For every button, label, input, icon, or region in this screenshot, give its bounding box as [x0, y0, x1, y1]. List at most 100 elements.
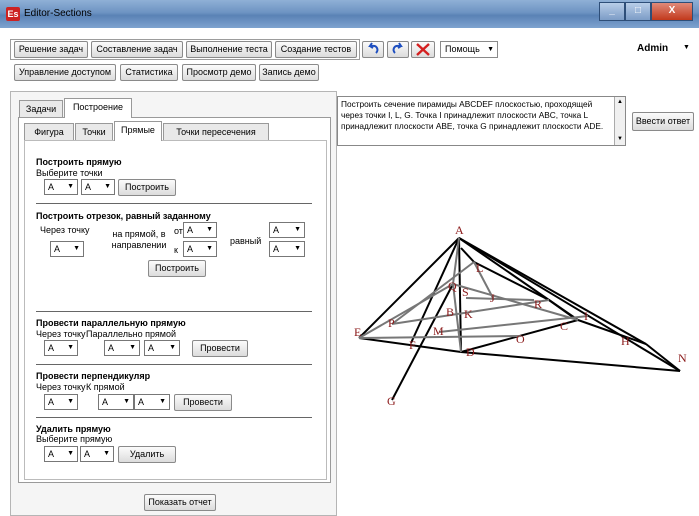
divider	[36, 311, 312, 312]
parallel-line-label: Параллельно прямой	[86, 329, 176, 339]
delete-line2-select[interactable]: A ▼	[80, 446, 114, 462]
perp-point-select[interactable]: A ▼	[44, 394, 78, 410]
perp-line1-select[interactable]: A ▼	[98, 394, 134, 410]
app-body: Решение задач Составление задач Выполнен…	[0, 28, 699, 516]
task-text-box[interactable]: Построить сечение пирамиды ABCDEF плоско…	[337, 96, 626, 146]
chevron-down-icon: ▼	[206, 245, 213, 252]
take-test-button[interactable]: Выполнение теста	[186, 41, 272, 58]
window-controls: _ □ X	[599, 2, 693, 21]
perp-through-label: Через точку	[36, 382, 86, 392]
tab-intersection-points[interactable]: Точки пересечения	[163, 123, 269, 141]
chevron-down-icon: ▼	[206, 226, 213, 233]
delete-line1-select[interactable]: A ▼	[44, 446, 78, 462]
parallel-line2-select[interactable]: A ▼	[144, 340, 180, 356]
compose-tasks-button[interactable]: Составление задач	[91, 41, 183, 58]
build-line-hint: Выберите точки	[36, 168, 103, 178]
label-m: M	[433, 324, 444, 338]
record-demo-button[interactable]: Запись демо	[259, 64, 319, 81]
label-h: H	[621, 334, 630, 348]
tab-figure[interactable]: Фигура	[24, 123, 74, 141]
line-point1-select[interactable]: A ▼	[44, 179, 78, 195]
chevron-down-icon: ▼	[67, 344, 74, 351]
tab-lines[interactable]: Прямые	[114, 121, 162, 141]
chevron-down-icon: ▼	[103, 450, 110, 457]
help-dropdown-label: Помощь	[445, 44, 480, 54]
perp-line2-select[interactable]: A ▼	[134, 394, 170, 410]
parallel-point-select[interactable]: A ▼	[44, 340, 78, 356]
undo-icon	[368, 42, 379, 54]
chevron-down-icon: ▼	[294, 226, 301, 233]
label-n: N	[678, 351, 687, 365]
delete-line-hint: Выберите прямую	[36, 434, 113, 444]
task-scrollbar[interactable]: ▲ ▼	[614, 97, 625, 145]
chevron-down-icon: ▼	[73, 245, 80, 252]
label-e: E	[354, 325, 361, 339]
segment-equal2-select[interactable]: A ▼	[269, 241, 305, 257]
access-control-button[interactable]: Управление доступом	[14, 64, 116, 81]
maximize-button[interactable]: □	[625, 2, 651, 21]
divider	[36, 417, 312, 418]
build-segment-button[interactable]: Построить	[148, 260, 206, 277]
red-x-icon	[416, 43, 430, 56]
view-demo-button[interactable]: Просмотр демо	[182, 64, 256, 81]
figure-canvas[interactable]: A L Q S J R I B K M P E F D O C H N G	[337, 152, 692, 488]
close-button[interactable]: X	[651, 2, 693, 21]
segment-point-select[interactable]: A ▼	[50, 241, 84, 257]
parallel-line1-select[interactable]: A ▼	[104, 340, 140, 356]
create-tests-button[interactable]: Создание тестов	[275, 41, 357, 58]
perp-title: Провести перпендикуляр	[36, 371, 151, 381]
segment-equal1-select[interactable]: A ▼	[269, 222, 305, 238]
label-b: B	[446, 305, 454, 319]
chevron-down-icon: ▼	[294, 245, 301, 252]
equal-label: равный	[230, 236, 262, 246]
label-k: K	[464, 307, 473, 321]
draw-perp-button[interactable]: Провести	[174, 394, 232, 411]
delete-line-button[interactable]: Удалить	[118, 446, 176, 463]
on-line-direction-label: на прямой, в направлении	[111, 229, 167, 250]
from-label: от	[174, 226, 183, 236]
label-p: P	[388, 316, 395, 330]
line-point2-select[interactable]: A ▼	[81, 179, 115, 195]
perp-line-label: К прямой	[86, 382, 125, 392]
pyramid-drawing[interactable]: A L Q S J R I B K M P E F D O C H N G	[337, 152, 692, 488]
window-title: Editor-Sections	[24, 8, 92, 19]
segment-to-select[interactable]: A ▼	[183, 241, 217, 257]
tab-points[interactable]: Точки	[75, 123, 113, 141]
user-menu-chevron-icon[interactable]: ▼	[683, 44, 690, 51]
chevron-down-icon: ▼	[104, 183, 111, 190]
redo-button[interactable]	[387, 41, 409, 58]
label-r: R	[534, 297, 542, 311]
segment-from-select[interactable]: A ▼	[183, 222, 217, 238]
task-text: Построить сечение пирамиды ABCDEF плоско…	[341, 99, 604, 131]
label-g: G	[387, 394, 396, 408]
redo-icon	[392, 42, 403, 54]
chevron-down-icon: ▼	[129, 344, 136, 351]
chevron-down-icon: ▼	[67, 183, 74, 190]
statistics-button[interactable]: Статистика	[120, 64, 178, 81]
divider	[36, 364, 312, 365]
draw-parallel-button[interactable]: Провести	[192, 340, 248, 357]
label-d: D	[466, 345, 475, 359]
label-q: Q	[448, 279, 457, 293]
scroll-up-icon[interactable]: ▲	[615, 97, 625, 108]
delete-button[interactable]	[411, 41, 435, 58]
build-line-button[interactable]: Построить	[118, 179, 176, 196]
tab-construction[interactable]: Построение	[64, 98, 132, 118]
show-report-button[interactable]: Показать отчет	[144, 494, 216, 511]
enter-answer-button[interactable]: Ввести ответ	[632, 112, 694, 131]
undo-button[interactable]	[362, 41, 384, 58]
tab-tasks[interactable]: Задачи	[19, 100, 63, 118]
scroll-down-icon[interactable]: ▼	[615, 134, 625, 145]
chevron-down-icon: ▼	[487, 46, 494, 53]
delete-line-title: Удалить прямую	[36, 424, 111, 434]
label-a: A	[455, 223, 464, 237]
divider	[36, 203, 312, 204]
minimize-button[interactable]: _	[599, 2, 625, 21]
label-s: S	[462, 285, 469, 299]
label-l: L	[476, 261, 483, 275]
parallel-through-label: Через точку	[36, 329, 86, 339]
help-dropdown[interactable]: Помощь ▼	[440, 41, 498, 58]
label-o: O	[516, 332, 525, 346]
solve-tasks-button[interactable]: Решение задач	[14, 41, 88, 58]
title-bar: Es Editor-Sections _ □ X	[0, 0, 699, 29]
